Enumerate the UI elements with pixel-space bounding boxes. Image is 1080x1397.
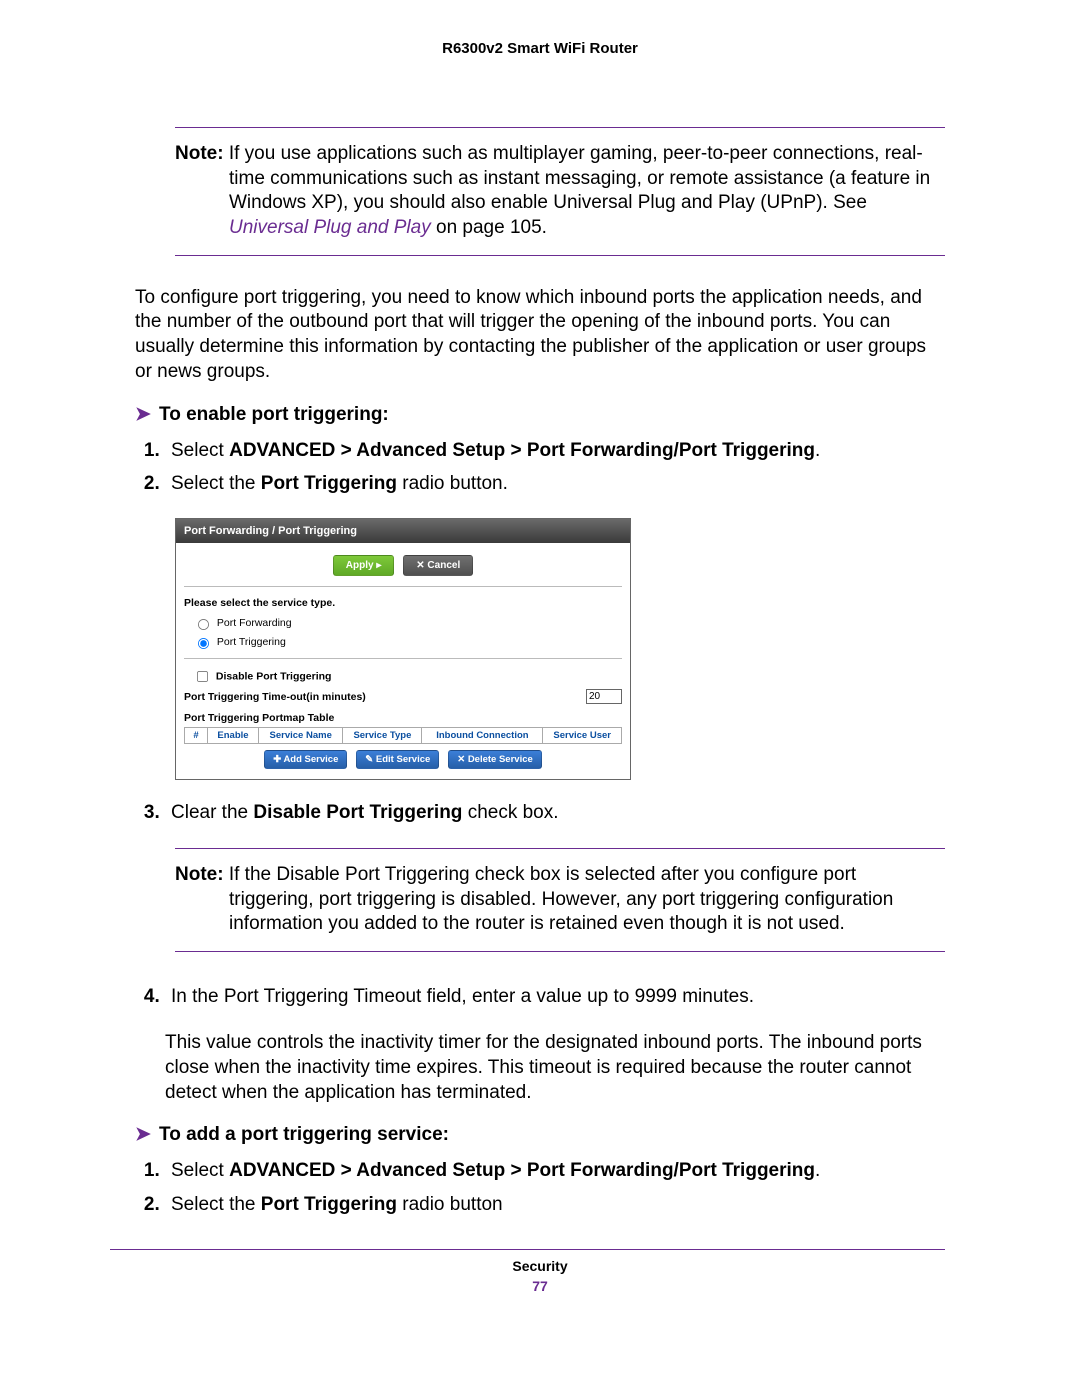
triangle-icon: ➤ bbox=[135, 403, 159, 426]
add-service-button[interactable]: ✚ Add Service bbox=[264, 750, 347, 769]
note-text: If you use applications such as multipla… bbox=[229, 143, 930, 213]
steps-list-add: Select ADVANCED > Advanced Setup > Port … bbox=[165, 1156, 945, 1219]
apply-button[interactable]: Apply ▸ bbox=[333, 555, 395, 576]
footer-rule bbox=[110, 1249, 945, 1250]
step-1: Select ADVANCED > Advanced Setup > Port … bbox=[165, 1156, 945, 1185]
step-2: Select the Port Triggering radio button. bbox=[165, 469, 945, 498]
footer-page: 77 bbox=[0, 1278, 1080, 1294]
footer-section: Security bbox=[512, 1258, 567, 1274]
link-upnp[interactable]: Universal Plug and Play bbox=[229, 217, 431, 238]
note-block-disable: Note: If the Disable Port Triggering che… bbox=[175, 848, 945, 952]
table-button-bar: ✚ Add Service ✎ Edit Service ✕ Delete Se… bbox=[184, 744, 622, 769]
note-label: Note: bbox=[175, 143, 224, 164]
note-label: Note: bbox=[175, 864, 224, 885]
procedure-heading-add: ➤To add a port triggering service: bbox=[135, 1123, 945, 1146]
radio-pt-input[interactable] bbox=[198, 638, 209, 649]
radio-pf-label: Port Forwarding bbox=[217, 617, 292, 629]
radio-port-forwarding[interactable]: Port Forwarding bbox=[192, 615, 622, 631]
procedure-heading-text: To add a port triggering service: bbox=[159, 1124, 449, 1145]
radio-pf-input[interactable] bbox=[198, 619, 209, 630]
doc-header-title: R6300v2 Smart WiFi Router bbox=[0, 40, 1080, 57]
service-type-label: Please select the service type. bbox=[184, 597, 622, 609]
procedure-heading-enable: ➤To enable port triggering: bbox=[135, 403, 945, 426]
procedure-heading-text: To enable port triggering: bbox=[159, 404, 389, 425]
cancel-button[interactable]: ✕ Cancel bbox=[403, 555, 473, 576]
disable-pt-input[interactable] bbox=[197, 671, 208, 682]
radio-pt-label: Port Triggering bbox=[217, 636, 286, 648]
edit-service-button[interactable]: ✎ Edit Service bbox=[356, 750, 439, 769]
footer: Security 77 bbox=[0, 1258, 1080, 1294]
note-block-upnp: Note: If you use applications such as mu… bbox=[175, 127, 945, 256]
steps-list-enable-cont: Clear the Disable Port Triggering check … bbox=[165, 798, 945, 827]
timeout-label: Port Triggering Time-out(in minutes) bbox=[184, 691, 366, 703]
delete-service-button[interactable]: ✕ Delete Service bbox=[448, 750, 542, 769]
radio-port-triggering[interactable]: Port Triggering bbox=[192, 634, 622, 650]
note-text-tail: on page 105. bbox=[431, 217, 547, 238]
note-text: If the Disable Port Triggering check box… bbox=[229, 864, 893, 934]
step-4-continuation: This value controls the inactivity timer… bbox=[165, 1031, 945, 1105]
step-1: Select ADVANCED > Advanced Setup > Port … bbox=[165, 436, 945, 465]
step-2: Select the Port Triggering radio button bbox=[165, 1190, 945, 1219]
timeout-input[interactable] bbox=[586, 689, 622, 704]
col-service-name: Service Name bbox=[259, 728, 343, 744]
paragraph-intro: To configure port triggering, you need t… bbox=[135, 286, 945, 385]
screenshot-port-triggering: Port Forwarding / Port Triggering Apply … bbox=[175, 518, 631, 780]
col-service-user: Service User bbox=[543, 728, 622, 744]
button-bar: Apply ▸ ✕ Cancel bbox=[184, 549, 622, 587]
timeout-row: Port Triggering Time-out(in minutes) bbox=[184, 689, 622, 704]
panel-title: Port Forwarding / Port Triggering bbox=[176, 519, 630, 543]
col-inbound: Inbound Connection bbox=[422, 728, 543, 744]
col-hash: # bbox=[185, 728, 208, 744]
steps-list-enable-4: In the Port Triggering Timeout field, en… bbox=[165, 982, 945, 1011]
portmap-table: # Enable Service Name Service Type Inbou… bbox=[184, 727, 622, 744]
disable-pt-label: Disable Port Triggering bbox=[216, 671, 332, 683]
portmap-table-label: Port Triggering Portmap Table bbox=[184, 712, 622, 724]
step-3: Clear the Disable Port Triggering check … bbox=[165, 798, 945, 827]
triangle-icon: ➤ bbox=[135, 1123, 159, 1146]
steps-list-enable: Select ADVANCED > Advanced Setup > Port … bbox=[165, 436, 945, 499]
step-4: In the Port Triggering Timeout field, en… bbox=[165, 982, 945, 1011]
checkbox-disable-pt[interactable]: Disable Port Triggering bbox=[192, 667, 622, 686]
col-enable: Enable bbox=[208, 728, 259, 744]
col-service-type: Service Type bbox=[343, 728, 422, 744]
